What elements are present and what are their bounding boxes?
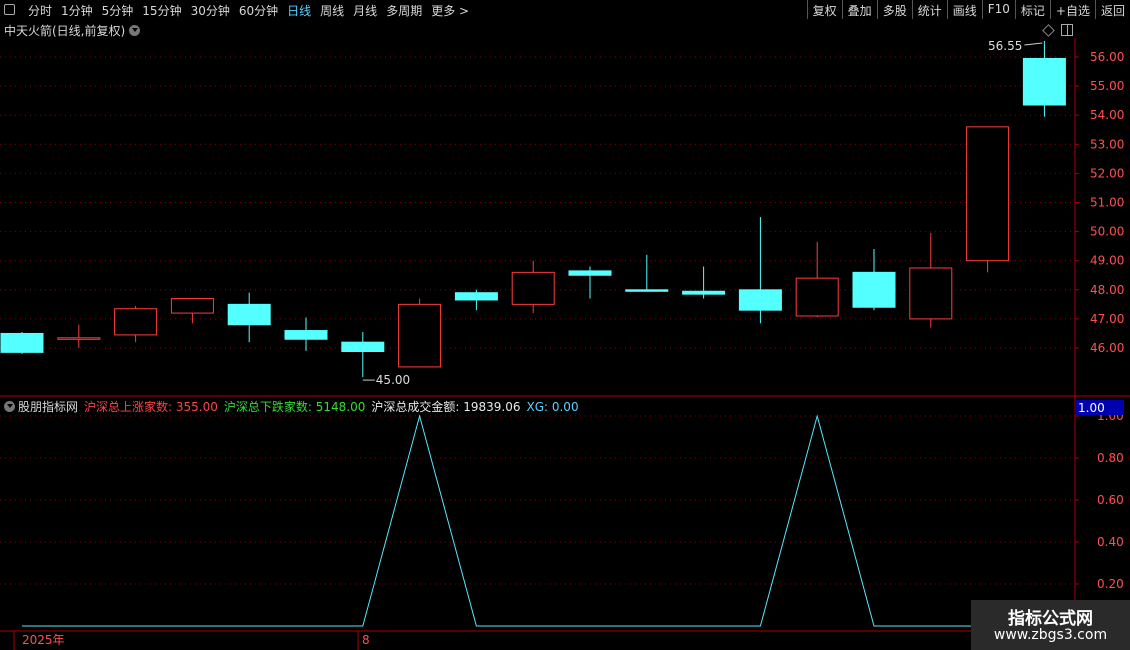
y-tick-label-main-9: 55.00 bbox=[1090, 79, 1124, 93]
indicator-name: 股朋指标网 bbox=[18, 400, 79, 414]
candle-body-16 bbox=[909, 267, 953, 320]
indicator-item-0: 沪深总上涨家数: 355.00 bbox=[84, 400, 218, 414]
candle-body-5 bbox=[284, 330, 328, 340]
candle-body-11 bbox=[625, 289, 669, 292]
candle-body-15 bbox=[852, 271, 896, 308]
watermark-line2: www.zbgs3.com bbox=[993, 627, 1108, 643]
max-label: 56.55 bbox=[988, 39, 1022, 53]
y-tick-label-main-5: 51.00 bbox=[1090, 196, 1124, 210]
y-tick-label-main-7: 53.00 bbox=[1090, 137, 1124, 151]
watermark-line1: 指标公式网 bbox=[1008, 609, 1093, 629]
candle-body-10 bbox=[568, 270, 612, 276]
candle-body-18 bbox=[1022, 57, 1066, 106]
indicator-item-1: 沪深总下跌家数: 5148.00 bbox=[223, 400, 366, 414]
candle-body-17 bbox=[966, 126, 1010, 262]
indicator-header: 股朋指标网 沪深总上涨家数: 355.00 沪深总下跌家数: 5148.00 沪深总… bbox=[4, 398, 585, 415]
candle-body-3 bbox=[170, 298, 214, 314]
y-tick-label-main-6: 52.00 bbox=[1090, 166, 1124, 180]
candle-body-12 bbox=[682, 290, 726, 295]
x-label-year: 2025年 bbox=[22, 633, 65, 647]
xg-line-series bbox=[22, 414, 1045, 627]
current-value-label: 1.00 bbox=[1078, 401, 1105, 415]
y-tick-label-main-10: 56.00 bbox=[1090, 50, 1124, 64]
candle-body-9 bbox=[511, 271, 555, 305]
chevron-down-icon[interactable] bbox=[4, 401, 15, 412]
candle-body-2 bbox=[114, 308, 158, 336]
y-tick-label-main-2: 48.00 bbox=[1090, 283, 1124, 297]
y-tick-label-ind-3: 0.80 bbox=[1097, 451, 1124, 465]
candle-body-8 bbox=[454, 292, 498, 301]
candle-body-4 bbox=[227, 303, 271, 326]
candle-body-1 bbox=[57, 337, 101, 340]
y-tick-label-ind-0: 0.20 bbox=[1097, 577, 1124, 591]
candle-body-7 bbox=[398, 303, 442, 368]
y-tick-label-main-8: 54.00 bbox=[1090, 108, 1124, 122]
candle-body-0 bbox=[0, 332, 44, 353]
kline-chart: 46.00 47.00 48.00 49.00 50.00 51.00 52.00 53.00… bbox=[0, 38, 1130, 650]
y-tick-label-main-0: 46.00 bbox=[1090, 341, 1124, 355]
y-tick-label-ind-2: 0.60 bbox=[1097, 493, 1124, 507]
y-tick-label-main-4: 50.00 bbox=[1090, 225, 1124, 239]
candle-body-14 bbox=[795, 277, 839, 317]
candle-body-13 bbox=[738, 289, 782, 311]
indicator-item-3: XG: 0.00 bbox=[526, 399, 579, 414]
y-tick-label-ind-1: 0.40 bbox=[1097, 535, 1124, 549]
y-tick-label-main-1: 47.00 bbox=[1090, 312, 1124, 326]
candle-body-6 bbox=[341, 341, 385, 352]
y-tick-label-main-3: 49.00 bbox=[1090, 254, 1124, 268]
max-arrow-line bbox=[1024, 42, 1043, 46]
x-label-month: 8 bbox=[362, 633, 370, 647]
indicator-item-2: 沪深总成交金额: 19839.06 bbox=[371, 400, 521, 414]
min-label: 45.00 bbox=[376, 373, 410, 387]
watermark: 指标公式网 www.zbgs3.com bbox=[971, 600, 1130, 650]
